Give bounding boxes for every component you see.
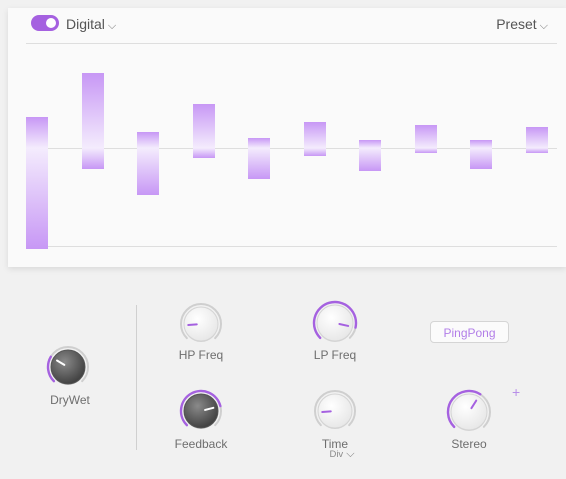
tap-bar-down — [359, 148, 381, 172]
tap-bar-up — [525, 127, 548, 148]
lp-freq-label: LP Freq — [313, 348, 357, 362]
tap-bar-down — [303, 148, 326, 156]
section-divider — [136, 305, 137, 450]
hp-freq-knob[interactable] — [179, 302, 223, 351]
knob-graphic — [180, 303, 222, 342]
stereo-label: Stereo — [451, 437, 487, 451]
knob-body — [450, 393, 488, 431]
drywet-knob[interactable] — [46, 345, 90, 394]
knob-body — [183, 393, 219, 429]
time-division-label: Div — [329, 449, 344, 460]
knob-pointer — [321, 410, 332, 414]
hp-freq-label: HP Freq — [178, 348, 224, 362]
tap-bar-up — [414, 124, 437, 148]
time-knob[interactable] — [313, 389, 357, 438]
tap-bar-up — [470, 140, 492, 148]
tap-bar-up — [192, 103, 215, 148]
tap-bar-down — [192, 148, 215, 159]
top-divider-line — [26, 43, 557, 44]
chevron-down-icon: ⌵ — [107, 20, 117, 32]
knob-graphic — [46, 346, 89, 385]
tap-bar-up — [81, 72, 104, 148]
plus-icon[interactable]: + — [512, 384, 520, 400]
tap-bar-down — [525, 148, 548, 154]
tap-bar-up — [303, 122, 326, 148]
knob-body — [316, 304, 354, 342]
mode-selector[interactable]: Digital ⌵ — [66, 16, 116, 33]
power-toggle[interactable] — [31, 15, 59, 31]
feedback-knob[interactable] — [179, 389, 223, 438]
knob-pointer — [187, 323, 198, 327]
tap-bar-down — [470, 148, 492, 169]
tap-bar-up — [26, 116, 48, 148]
knob-graphic — [314, 390, 356, 429]
preset-selector[interactable]: Preset ⌵ — [496, 16, 548, 33]
tap-bar-down — [414, 148, 437, 154]
tap-bar-down — [137, 148, 159, 195]
drywet-label: DryWet — [50, 393, 90, 407]
knob-body — [50, 349, 86, 385]
stereo-knob[interactable] — [446, 389, 492, 440]
pingpong-button[interactable]: PingPong — [430, 321, 509, 343]
knob-graphic — [179, 389, 222, 429]
mode-label: Digital — [66, 16, 105, 32]
lp-freq-knob[interactable] — [312, 300, 358, 351]
feedback-label: Feedback — [174, 437, 228, 451]
chevron-down-icon: ⌵ — [539, 20, 548, 32]
bottom-divider-line — [26, 246, 557, 247]
knob-graphic — [446, 389, 491, 431]
tap-bar-up — [359, 140, 381, 148]
chevron-down-icon: ⌵ — [346, 448, 355, 460]
tap-bar-up — [248, 137, 270, 148]
time-division-selector[interactable]: Div ⌵ — [322, 448, 362, 461]
delay-display-panel: Digital ⌵ Preset ⌵ — [8, 8, 566, 267]
tap-bar-down — [26, 148, 48, 250]
knob-graphic — [312, 300, 358, 342]
preset-label: Preset — [496, 16, 537, 32]
tap-bar-up — [137, 132, 159, 148]
tap-bar-down — [81, 148, 104, 169]
tap-bar-down — [248, 148, 270, 180]
